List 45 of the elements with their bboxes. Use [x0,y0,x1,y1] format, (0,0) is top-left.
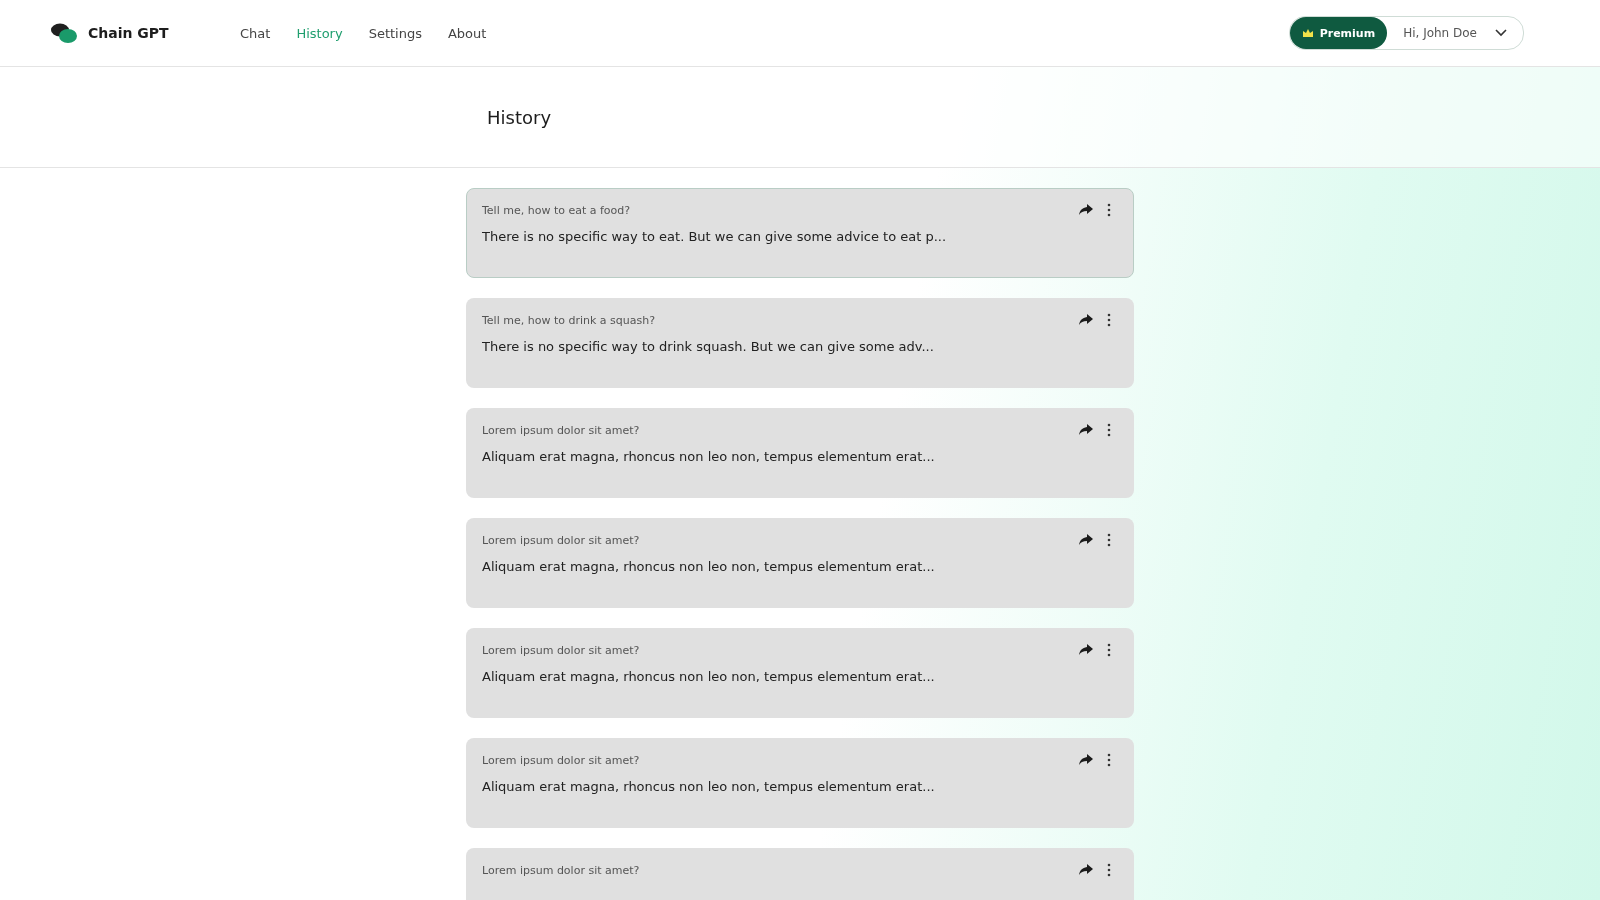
history-card[interactable]: Lorem ipsum dolor sit amet? Aliquam erat magna, rhoncus non leo non, tempus elementum erat... [466,408,1134,498]
more-options-icon[interactable] [1107,643,1111,657]
answer-preview: There is no specific way to eat. But we can give some advice to eat p... [482,229,948,244]
question-text: Lorem ipsum dolor sit amet? [482,753,640,767]
history-card[interactable]: Tell me, how to drink a squash? There is no specific way to drink squash. But we can give some adv... [466,298,1134,388]
more-options-icon[interactable] [1107,203,1111,217]
history-card[interactable]: Tell me, how to eat a food? There is no specific way to eat. But we can give some advice to eat p... [466,188,1134,278]
history-card[interactable]: Lorem ipsum dolor sit amet? [466,848,1134,900]
answer-preview: Aliquam erat magna, rhoncus non leo non, tempus elementum erat... [482,559,936,574]
page-title: History [487,106,552,128]
share-icon[interactable] [1079,204,1093,216]
premium-button[interactable]: Premium [1289,17,1388,49]
history-card[interactable]: Lorem ipsum dolor sit amet? Aliquam erat magna, rhoncus non leo non, tempus elementum erat... [466,738,1134,828]
brand-name: Chain GPT [88,25,169,41]
nav-link[interactable]: Settings [368,25,422,41]
share-icon[interactable] [1079,424,1093,436]
user-menu-button[interactable]: Hi, John Doe [1387,18,1523,48]
share-icon[interactable] [1079,644,1093,656]
question-text: Lorem ipsum dolor sit amet? [482,423,640,437]
more-options-icon[interactable] [1107,313,1111,327]
question-text: Lorem ipsum dolor sit amet? [482,643,640,657]
answer-preview: Aliquam erat magna, rhoncus non leo non, tempus elementum erat... [482,779,936,794]
share-icon[interactable] [1079,754,1093,766]
answer-preview: There is no specific way to drink squash. But we can give some adv... [482,339,935,354]
answer-preview: Aliquam erat magna, rhoncus non leo non, tempus elementum erat... [482,669,936,684]
share-icon[interactable] [1079,864,1093,876]
question-text: Tell me, how to drink a squash? [482,313,656,327]
more-options-icon[interactable] [1107,533,1111,547]
chat-bubbles-logo-icon [50,22,78,44]
share-icon[interactable] [1079,314,1093,326]
nav-link[interactable]: Chat [240,25,271,41]
more-options-icon[interactable] [1107,753,1111,767]
nav-link[interactable]: History [296,25,343,41]
history-card[interactable]: Lorem ipsum dolor sit amet? Aliquam erat magna, rhoncus non leo non, tempus elementum erat... [466,518,1134,608]
history-card[interactable]: Lorem ipsum dolor sit amet? Aliquam erat magna, rhoncus non leo non, tempus elementum erat... [466,628,1134,718]
more-options-icon[interactable] [1107,863,1111,877]
question-text: Lorem ipsum dolor sit amet? [482,863,640,877]
question-text: Lorem ipsum dolor sit amet? [482,533,640,547]
nav-link[interactable]: About [447,25,487,41]
more-options-icon[interactable] [1107,423,1111,437]
chevron-down-icon [1495,29,1507,37]
question-text: Tell me, how to eat a food? [482,203,631,217]
crown-icon [1301,28,1314,38]
share-icon[interactable] [1079,534,1093,546]
answer-preview: Aliquam erat magna, rhoncus non leo non, tempus elementum erat... [482,449,936,464]
